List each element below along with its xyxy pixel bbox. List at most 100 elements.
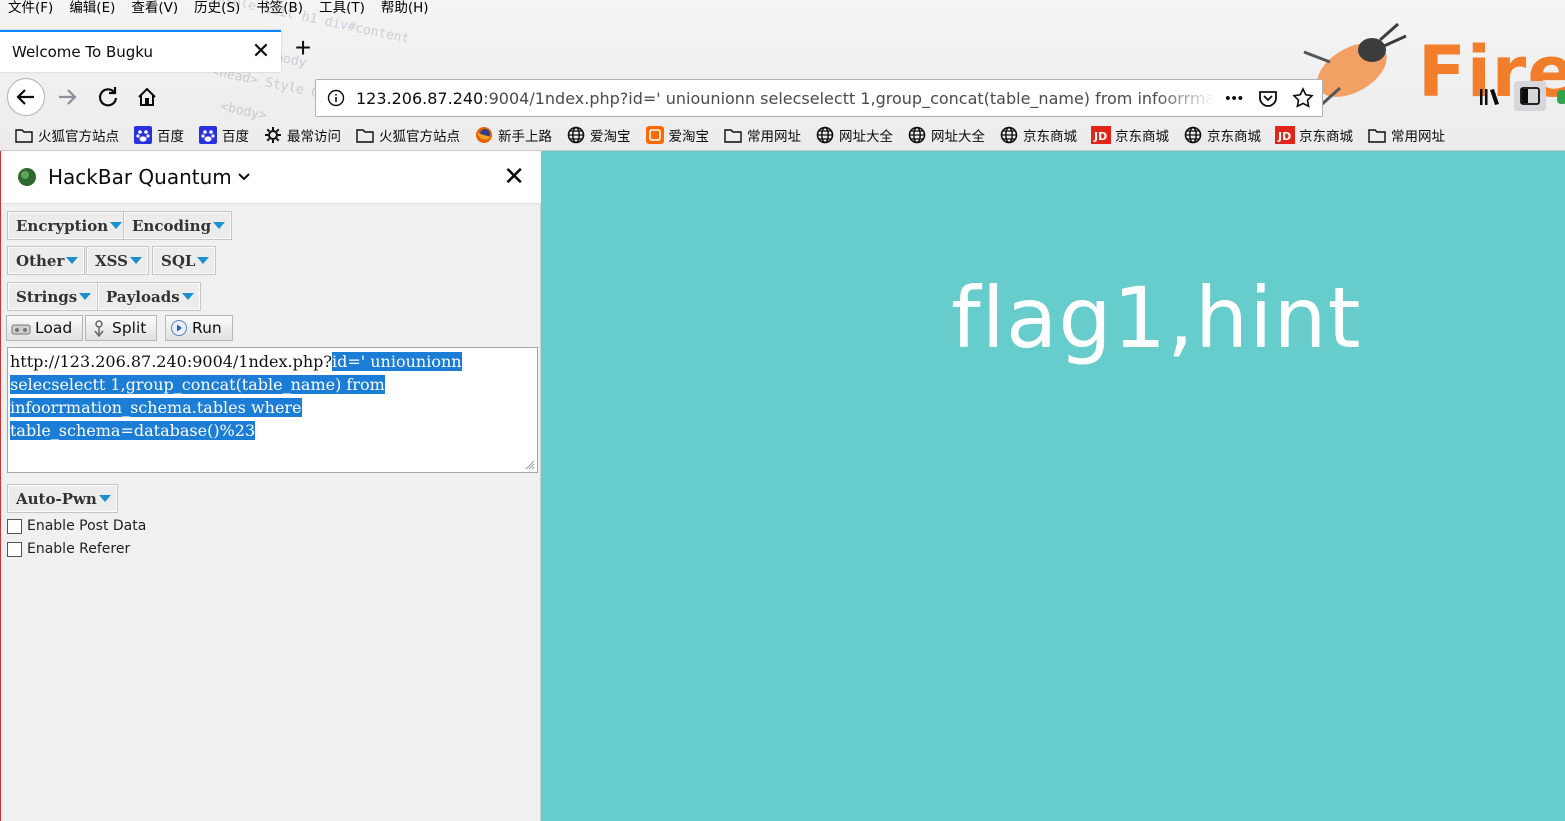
bookmark-label: 火狐官方站点 [379,129,460,145]
library-icon[interactable] [1478,86,1502,108]
menu-bookmarks[interactable]: 书签(B) [248,0,311,18]
strings-menu[interactable]: Strings [7,282,99,311]
site-info-icon[interactable] [316,89,356,107]
hackbar-sidebar: HackBar Quantum ✕ Encryption Encoding Ot… [0,151,541,821]
bookmark-item[interactable]: 新手上路 [474,125,552,145]
bookmark-label: 京东商城 [1299,129,1353,145]
bookmark-star-icon[interactable] [1292,87,1314,109]
menu-help[interactable]: 帮助(H) [373,0,437,18]
home-button[interactable] [128,78,166,116]
folder-icon [723,126,743,144]
url-actions: ••• [1215,87,1322,109]
baidu-paw-icon [133,126,153,144]
query-result-text: flag1,hint [951,269,1362,367]
sql-menu[interactable]: SQL [152,246,217,275]
sidebar-toggle-icon[interactable] [1514,81,1546,111]
bookmark-label: 爱淘宝 [668,129,710,145]
bookmark-item[interactable]: 网址大全 [907,125,985,145]
arrow-left-icon [16,89,34,105]
bookmark-item[interactable]: 京东商城 [999,125,1077,145]
strings-menu-label: Strings [16,287,78,306]
bookmark-item[interactable]: 火狐官方站点 [14,125,119,145]
bookmark-label: 新手上路 [498,129,552,145]
checkbox-box[interactable] [7,541,22,557]
encoding-menu-label: Encoding [132,216,212,235]
load-button[interactable]: Load [6,315,84,341]
split-icon [90,319,108,337]
other-menu-label: Other [16,251,65,270]
auto-pwn-menu[interactable]: Auto-Pwn [7,484,118,513]
textarea-selected-line-2: selecselectt 1,group_concat(table_name) … [10,375,385,394]
menu-view[interactable]: 查看(V) [123,0,186,18]
auto-pwn-menu-label: Auto-Pwn [16,489,97,508]
bookmark-label: 京东商城 [1115,129,1169,145]
resize-grip-icon[interactable] [525,460,535,470]
reload-button[interactable] [89,78,127,116]
tab-close-icon[interactable]: ✕ [249,40,273,64]
payloads-menu-label: Payloads [106,287,180,306]
tab-title: Welcome To Bugku [12,43,153,61]
enable-referer-checkbox[interactable]: Enable Referer [7,541,130,557]
bookmark-label: 百度 [157,129,184,145]
textarea-selected-line-3: infoorrmation_schema.tables where [10,398,302,417]
bookmark-item[interactable]: 常用网址 [723,125,801,145]
split-button[interactable]: Split [85,315,158,341]
menu-bar: 文件(F) 编辑(E) 查看(V) 历史(S) 书签(B) 工具(T) 帮助(H… [0,0,437,18]
bookmark-item[interactable]: 京东商城 [1183,125,1261,145]
sidebar-title[interactable]: HackBar Quantum [48,165,232,189]
sidebar-close-icon[interactable]: ✕ [503,163,525,189]
encryption-menu[interactable]: Encryption [7,211,130,240]
menu-tools[interactable]: 工具(T) [311,0,373,18]
folder-icon [355,126,375,144]
menu-history[interactable]: 历史(S) [186,0,248,18]
back-button[interactable] [7,78,45,116]
sidebar-header: HackBar Quantum ✕ [1,151,541,204]
bookmark-item[interactable]: 百度 [198,125,249,145]
page-actions-icon[interactable]: ••• [1225,90,1244,107]
bookmark-item[interactable]: 爱淘宝 [566,125,631,145]
url-text[interactable]: 123.206.87.240:9004/1ndex.php?id=' uniou… [356,89,1215,108]
forward-button[interactable] [48,78,86,116]
bookmark-item[interactable]: 最常访问 [263,125,341,145]
bookmark-label: 常用网址 [747,129,801,145]
bookmark-label: 百度 [222,129,249,145]
bookmarks-toolbar: 火狐官方站点 百度 百度 最常访问 火狐官方站点 新手上路 爱淘宝 爱淘宝 常用网址 网址大全 网址… [0,121,1565,149]
bookmark-label: 网址大全 [931,129,985,145]
globe-icon [815,126,835,144]
sql-menu-label: SQL [161,251,196,270]
hackbar-url-textarea[interactable]: http://123.206.87.240:9004/1ndex.php?id=… [7,347,538,473]
tab-welcome-to-bugku[interactable]: Welcome To Bugku ✕ [0,30,281,72]
checkbox-box[interactable] [7,518,22,534]
payloads-menu[interactable]: Payloads [97,282,201,311]
bookmark-item[interactable]: 常用网址 [1367,125,1445,145]
enable-post-data-label: Enable Post Data [27,518,147,534]
enable-post-data-checkbox[interactable]: Enable Post Data [7,518,146,534]
split-label: Split [112,319,147,337]
load-label: Load [35,319,73,337]
menu-edit[interactable]: 编辑(E) [61,0,123,18]
textarea-selected-line-4: table_schema=database()%23 [10,421,256,440]
bookmark-item[interactable]: 网址大全 [815,125,893,145]
bookmark-item[interactable]: 火狐官方站点 [355,125,460,145]
encoding-menu[interactable]: Encoding [123,211,233,240]
bookmark-item[interactable]: 百度 [133,125,184,145]
baidu-paw-icon [198,126,218,144]
svg-text:JD: JD [1093,130,1107,143]
bookmark-item[interactable]: 爱淘宝 [645,125,710,145]
pocket-icon[interactable] [1258,88,1278,108]
run-button[interactable]: Run [165,315,233,341]
menu-file[interactable]: 文件(F) [0,0,61,18]
other-menu[interactable]: Other [7,246,86,275]
xss-menu[interactable]: XSS [86,246,149,275]
folder-icon [14,126,34,144]
bookmark-item[interactable]: JD 京东商城 [1091,125,1169,145]
url-host: 123.206.87.240 [356,88,484,108]
url-bar[interactable]: 123.206.87.240:9004/1ndex.php?id=' uniou… [315,79,1323,117]
dropdown-arrow-icon [79,293,92,300]
bookmark-item[interactable]: JD 京东商城 [1275,125,1353,145]
navigation-bar: 123.206.87.240:9004/1ndex.php?id=' uniou… [0,76,1565,118]
xss-menu-label: XSS [95,251,128,270]
chevron-down-icon[interactable] [238,170,250,184]
new-tab-button[interactable]: + [288,34,318,64]
extension-icon[interactable] [1557,90,1565,104]
